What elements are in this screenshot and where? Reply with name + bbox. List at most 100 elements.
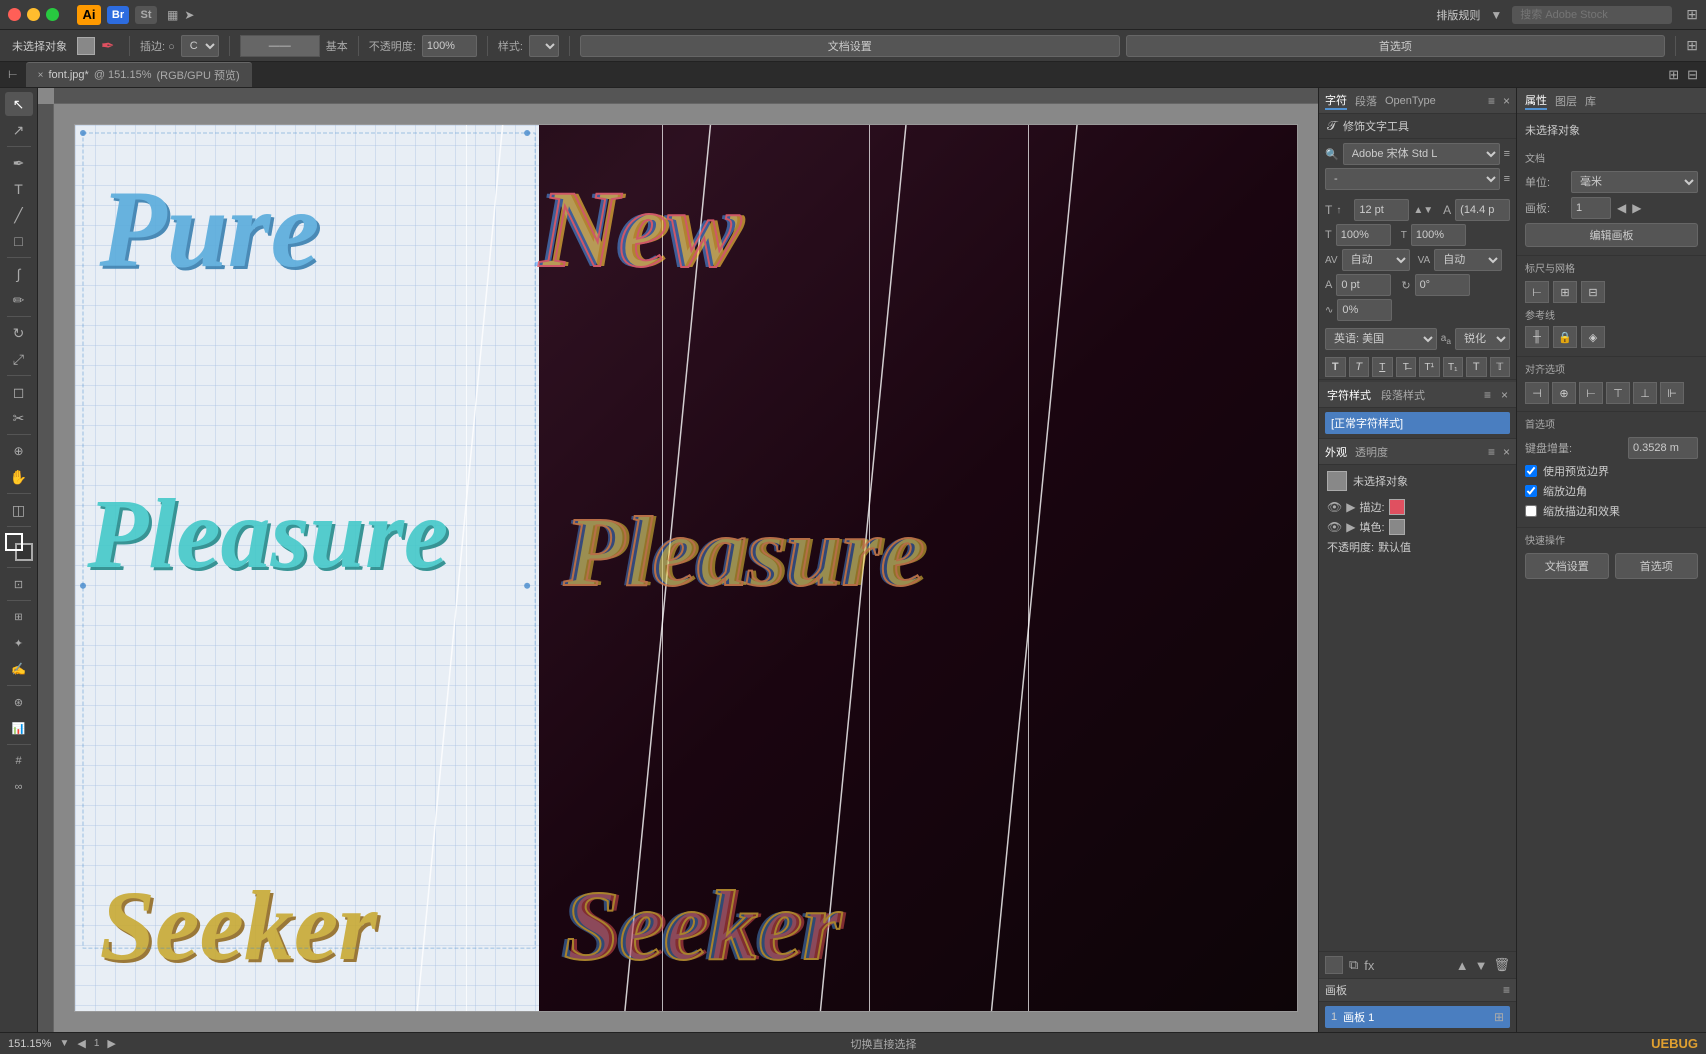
- tab-para-style[interactable]: 段落样式: [1381, 387, 1425, 403]
- preferences-toolbar-btn[interactable]: 首选项: [1126, 35, 1666, 57]
- stroke-expand-icon[interactable]: ▶: [1346, 500, 1355, 514]
- panels-icon[interactable]: ⊟: [1687, 67, 1698, 83]
- opacity-input[interactable]: [422, 35, 477, 57]
- appearance-close[interactable]: ×: [1503, 445, 1510, 459]
- scale-corners-checkbox[interactable]: [1525, 485, 1537, 497]
- scissors-tool[interactable]: ✂: [5, 406, 33, 430]
- superscript-btn[interactable]: T¹: [1419, 357, 1440, 377]
- font-menu-btn[interactable]: ≡: [1504, 148, 1510, 160]
- tab-character[interactable]: 字符: [1325, 92, 1347, 110]
- tab-properties[interactable]: 属性: [1525, 92, 1547, 110]
- add-new-icon[interactable]: [1325, 956, 1343, 974]
- magic-wand-tool[interactable]: ✦: [5, 631, 33, 655]
- toolbar-more-icon[interactable]: ⊞: [1686, 37, 1698, 54]
- font-size-input[interactable]: [1354, 199, 1409, 221]
- style-panel-close[interactable]: ×: [1501, 388, 1508, 402]
- align-bottom-btn[interactable]: ⊩: [1660, 382, 1684, 404]
- hand-tool[interactable]: ✋: [5, 465, 33, 489]
- send-icon[interactable]: ➤: [184, 8, 194, 22]
- smart-guides-btn[interactable]: ◈: [1581, 326, 1605, 348]
- snap-grid-btn[interactable]: ⊟: [1581, 281, 1605, 303]
- tab-paragraph[interactable]: 段落: [1355, 93, 1377, 109]
- screen-mode-tool[interactable]: ⊡: [5, 572, 33, 596]
- eraser-tool[interactable]: ◻: [5, 380, 33, 404]
- antialias-select[interactable]: 锐化: [1455, 328, 1510, 350]
- blend-tool[interactable]: ∞: [5, 775, 33, 799]
- stroke-eye-icon[interactable]: 👁: [1327, 500, 1342, 514]
- fill-eye-icon[interactable]: 👁: [1327, 520, 1342, 534]
- stroke-color-swatch[interactable]: [1389, 499, 1405, 515]
- stock-search[interactable]: [1512, 6, 1672, 24]
- align-right-btn[interactable]: ⊢: [1579, 382, 1603, 404]
- font-style-menu[interactable]: ≡: [1504, 173, 1510, 185]
- graph-tool[interactable]: 📊: [5, 716, 33, 740]
- artboard-menu[interactable]: ≡: [1503, 983, 1510, 997]
- hscale-input[interactable]: [1336, 224, 1391, 246]
- font-style-select[interactable]: -: [1325, 168, 1500, 190]
- shape-tool[interactable]: □: [5, 229, 33, 253]
- font-family-select[interactable]: Adobe 宋体 Std L: [1343, 143, 1500, 165]
- tab-transparency[interactable]: 透明度: [1355, 444, 1388, 460]
- select-tool[interactable]: ↖: [5, 92, 33, 116]
- duplicate-icon[interactable]: ⧉: [1349, 957, 1358, 973]
- symbol-sprayer-tool[interactable]: ⊛: [5, 690, 33, 714]
- scale-stroke-checkbox[interactable]: [1525, 505, 1537, 517]
- direct-select-tool[interactable]: ↗: [5, 118, 33, 142]
- stroke-box[interactable]: [5, 533, 23, 551]
- skew-input[interactable]: [1337, 299, 1392, 321]
- mesh-tool[interactable]: #: [5, 749, 33, 773]
- rotate-input[interactable]: [1415, 274, 1470, 296]
- gradient-tool[interactable]: ◫: [5, 498, 33, 522]
- artboard-num-input[interactable]: [1571, 197, 1611, 219]
- baseline-input[interactable]: [1336, 274, 1391, 296]
- tab-appearance[interactable]: 外观: [1325, 444, 1347, 460]
- move-down-icon[interactable]: ▼: [1475, 958, 1488, 973]
- style-panel-menu[interactable]: ≡: [1484, 388, 1491, 402]
- bold-btn[interactable]: T: [1325, 357, 1346, 377]
- lock-guides-btn[interactable]: 🔒: [1553, 326, 1577, 348]
- type-tool[interactable]: T: [5, 177, 33, 201]
- artwork-canvas[interactable]: Pure New Pleasure Pleasure Seeker Seeker: [74, 124, 1298, 1012]
- document-tab[interactable]: × font.jpg* @ 151.15% (RGB/GPU 预览): [26, 62, 252, 87]
- zoom-dropdown-icon[interactable]: ▼: [59, 1038, 69, 1049]
- st-icon[interactable]: St: [135, 6, 157, 24]
- prev-artboard-btn[interactable]: ◀: [1617, 201, 1626, 215]
- quick-prefs-btn[interactable]: 首选项: [1615, 553, 1699, 579]
- keyboard-increment-input[interactable]: [1628, 437, 1698, 459]
- tab-layers[interactable]: 图层: [1555, 93, 1577, 109]
- edit-artboard-btn[interactable]: 编辑画板: [1525, 223, 1698, 247]
- show-rulers-btn[interactable]: ⊢: [1525, 281, 1549, 303]
- tab-library[interactable]: 库: [1585, 93, 1596, 109]
- zoom-tool[interactable]: ⊕: [5, 439, 33, 463]
- ai-icon[interactable]: Ai: [77, 5, 101, 25]
- doc-settings-toolbar-btn[interactable]: 文档设置: [580, 35, 1120, 57]
- align-left-btn[interactable]: ⊣: [1525, 382, 1549, 404]
- fill-expand-icon[interactable]: ▶: [1346, 520, 1355, 534]
- br-icon[interactable]: Br: [107, 6, 129, 24]
- tracking-select[interactable]: 自动: [1434, 249, 1502, 271]
- show-grid-btn[interactable]: ⊞: [1553, 281, 1577, 303]
- char-panel-close[interactable]: ×: [1503, 94, 1510, 108]
- zoom-display[interactable]: 151.15%: [8, 1038, 51, 1050]
- pencil-tool[interactable]: ✏: [5, 288, 33, 312]
- leading-input[interactable]: [1455, 199, 1510, 221]
- close-button[interactable]: [8, 8, 21, 21]
- preview-bounds-checkbox[interactable]: [1525, 465, 1537, 477]
- next-artboard-btn[interactable]: ▶: [1632, 201, 1641, 215]
- quick-doc-settings-btn[interactable]: 文档设置: [1525, 553, 1609, 579]
- underline-btn[interactable]: T: [1372, 357, 1393, 377]
- fullscreen-button[interactable]: [46, 8, 59, 21]
- style-select[interactable]: [529, 35, 559, 57]
- unit-select[interactable]: 毫米: [1571, 171, 1698, 193]
- layout-rules[interactable]: 排版规则: [1436, 7, 1480, 23]
- strikethrough-btn[interactable]: T̶: [1396, 357, 1417, 377]
- align-top-btn[interactable]: ⊤: [1606, 382, 1630, 404]
- char-panel-menu[interactable]: ≡: [1488, 94, 1495, 108]
- interpolation-select[interactable]: C: [181, 35, 219, 57]
- smallcaps-btn[interactable]: 𝕋: [1490, 357, 1511, 377]
- arrange-panels-icon[interactable]: ⊞: [1668, 67, 1679, 83]
- rotate-tool[interactable]: ↻: [5, 321, 33, 345]
- subscript-btn[interactable]: T₁: [1443, 357, 1464, 377]
- align-center-h-btn[interactable]: ⊕: [1552, 382, 1576, 404]
- layout-icon[interactable]: ▦: [167, 8, 178, 22]
